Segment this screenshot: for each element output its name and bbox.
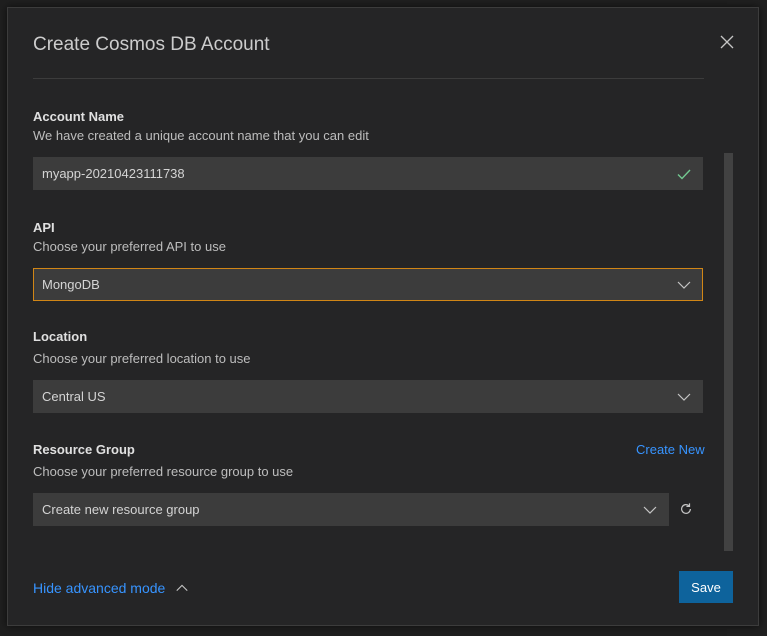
hide-advanced-mode-label: Hide advanced mode [33, 580, 166, 596]
location-label: Location [33, 329, 88, 344]
resource-group-label: Resource Group [33, 442, 135, 457]
save-button[interactable]: Save [679, 571, 733, 603]
location-description: Choose your preferred location to use [33, 351, 251, 366]
check-icon [677, 169, 691, 180]
refresh-icon [681, 503, 691, 514]
account-name-label: Account Name [33, 109, 125, 124]
close-button[interactable] [715, 30, 739, 54]
chevron-up-icon [176, 584, 188, 592]
chevron-down-icon [643, 506, 657, 514]
api-selected-value: MongoDB [42, 277, 100, 292]
account-name-value: myapp-20210423111738 [42, 166, 185, 181]
chevron-down-icon [677, 393, 691, 401]
resource-group-description: Choose your preferred resource group to … [33, 464, 294, 479]
create-new-resource-group-link[interactable]: Create New [636, 442, 705, 457]
location-dropdown[interactable]: Central US [33, 380, 703, 413]
hide-advanced-mode-toggle[interactable]: Hide advanced mode [33, 580, 189, 596]
account-name-description: We have created a unique account name th… [33, 128, 369, 143]
chevron-down-icon [677, 281, 691, 289]
title-divider [33, 78, 704, 79]
resource-group-selected-value: Create new resource group [42, 502, 200, 517]
create-account-dialog: Create Cosmos DB Account Account Name We… [7, 7, 759, 626]
account-name-input[interactable]: myapp-20210423111738 [33, 157, 703, 190]
api-dropdown[interactable]: MongoDB [33, 268, 703, 301]
scrollbar[interactable] [724, 153, 733, 551]
refresh-button[interactable] [674, 497, 698, 521]
resource-group-dropdown[interactable]: Create new resource group [33, 493, 669, 526]
api-label: API [33, 220, 55, 235]
location-selected-value: Central US [42, 389, 106, 404]
dialog-title: Create Cosmos DB Account [33, 34, 270, 55]
close-icon [720, 35, 734, 49]
api-description: Choose your preferred API to use [33, 239, 226, 254]
